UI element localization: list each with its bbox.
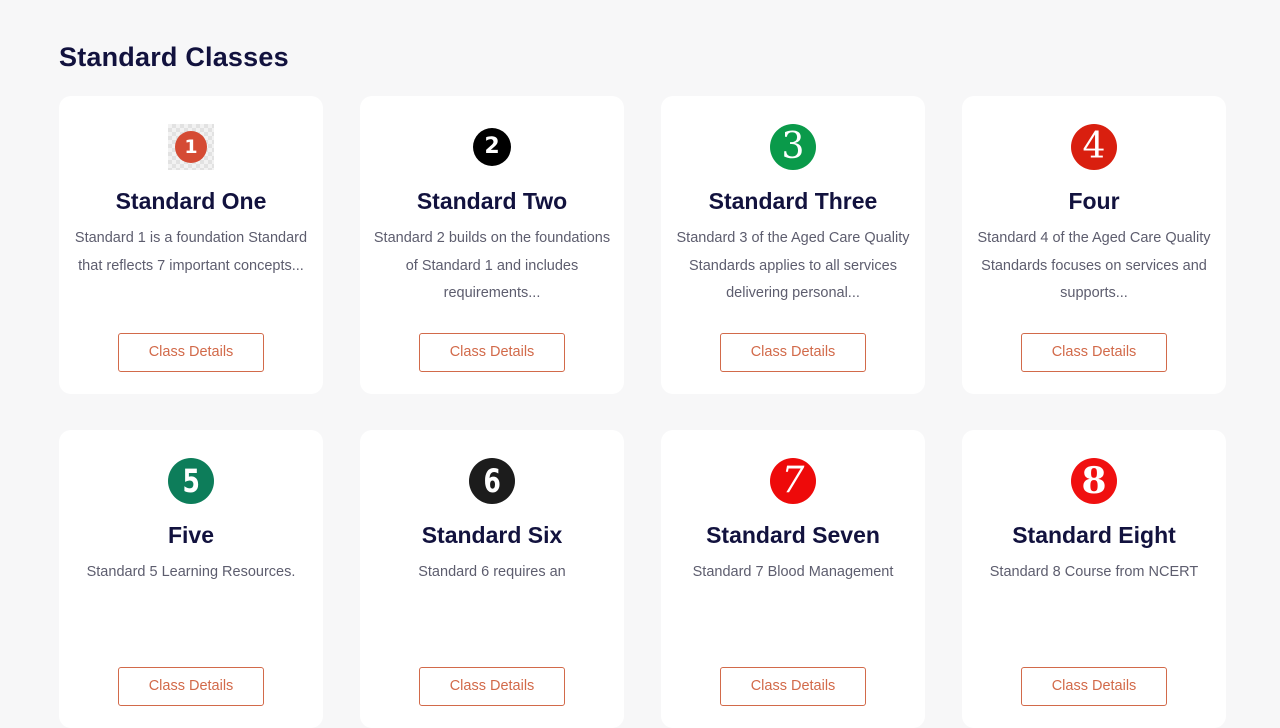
number-6-badge: 6	[469, 458, 515, 504]
number-2-badge: 2	[473, 128, 511, 166]
class-details-button[interactable]: Class Details	[419, 667, 565, 706]
number-7-icon: 7	[770, 458, 816, 504]
card-title: Standard One	[115, 188, 267, 214]
class-card-standard-three: 3 Standard Three Standard 3 of the Aged …	[661, 96, 925, 394]
class-details-button[interactable]: Class Details	[1021, 333, 1167, 372]
number-7-badge: 7	[770, 458, 816, 504]
class-details-button[interactable]: Class Details	[1021, 667, 1167, 706]
page-title: Standard Classes	[59, 42, 289, 72]
card-description: Standard 3 of the Aged Care Quality Stan…	[676, 230, 910, 301]
class-details-button[interactable]: Class Details	[419, 333, 565, 372]
card-description: Standard 8 Course from NCERT	[989, 564, 1199, 580]
class-details-button[interactable]: Class Details	[720, 333, 866, 372]
standard-classes-grid: 1 Standard One Standard 1 is a foundatio…	[59, 96, 1227, 728]
number-5-icon: 5	[168, 458, 214, 504]
card-title: Four	[1068, 188, 1120, 214]
class-details-button[interactable]: Class Details	[118, 333, 264, 372]
number-2-icon: 2	[469, 124, 515, 170]
card-title: Standard Six	[421, 522, 563, 548]
class-card-standard-one: 1 Standard One Standard 1 is a foundatio…	[59, 96, 323, 394]
class-card-standard-six: 6 Standard Six Standard 6 requires an Cl…	[360, 430, 624, 728]
class-details-button[interactable]: Class Details	[118, 667, 264, 706]
number-8-icon: 8	[1071, 458, 1117, 504]
number-1-badge: 1	[175, 131, 207, 163]
class-card-standard-eight: 8 Standard Eight Standard 8 Course from …	[962, 430, 1226, 728]
class-card-standard-four: 4 Four Standard 4 of the Aged Care Quali…	[962, 96, 1226, 394]
number-4-icon: 4	[1071, 124, 1117, 170]
class-details-button[interactable]: Class Details	[720, 667, 866, 706]
card-description: Standard 4 of the Aged Care Quality Stan…	[977, 230, 1211, 301]
card-title: Standard Two	[416, 188, 568, 214]
number-1-icon: 1	[168, 124, 214, 170]
class-card-standard-seven: 7 Standard Seven Standard 7 Blood Manage…	[661, 430, 925, 728]
card-title: Standard Seven	[706, 522, 880, 548]
number-3-badge: 3	[770, 124, 816, 170]
number-8-badge: 8	[1071, 458, 1117, 504]
number-6-icon: 6	[469, 458, 515, 504]
number-5-badge: 5	[168, 458, 214, 504]
class-card-standard-two: 2 Standard Two Standard 2 builds on the …	[360, 96, 624, 394]
card-description: Standard 7 Blood Management	[692, 564, 894, 580]
card-title: Five	[167, 522, 215, 548]
card-description: Standard 1 is a foundation Standard that…	[74, 230, 308, 274]
card-title: Standard Eight	[1012, 522, 1176, 548]
number-3-icon: 3	[770, 124, 816, 170]
card-description: Standard 5 Learning Resources.	[86, 564, 296, 580]
number-4-badge: 4	[1071, 124, 1117, 170]
card-description: Standard 2 builds on the foundations of …	[373, 230, 611, 301]
card-title: Standard Three	[708, 188, 878, 214]
card-description: Standard 6 requires an	[418, 564, 566, 580]
class-card-five: 5 Five Standard 5 Learning Resources. Cl…	[59, 430, 323, 728]
